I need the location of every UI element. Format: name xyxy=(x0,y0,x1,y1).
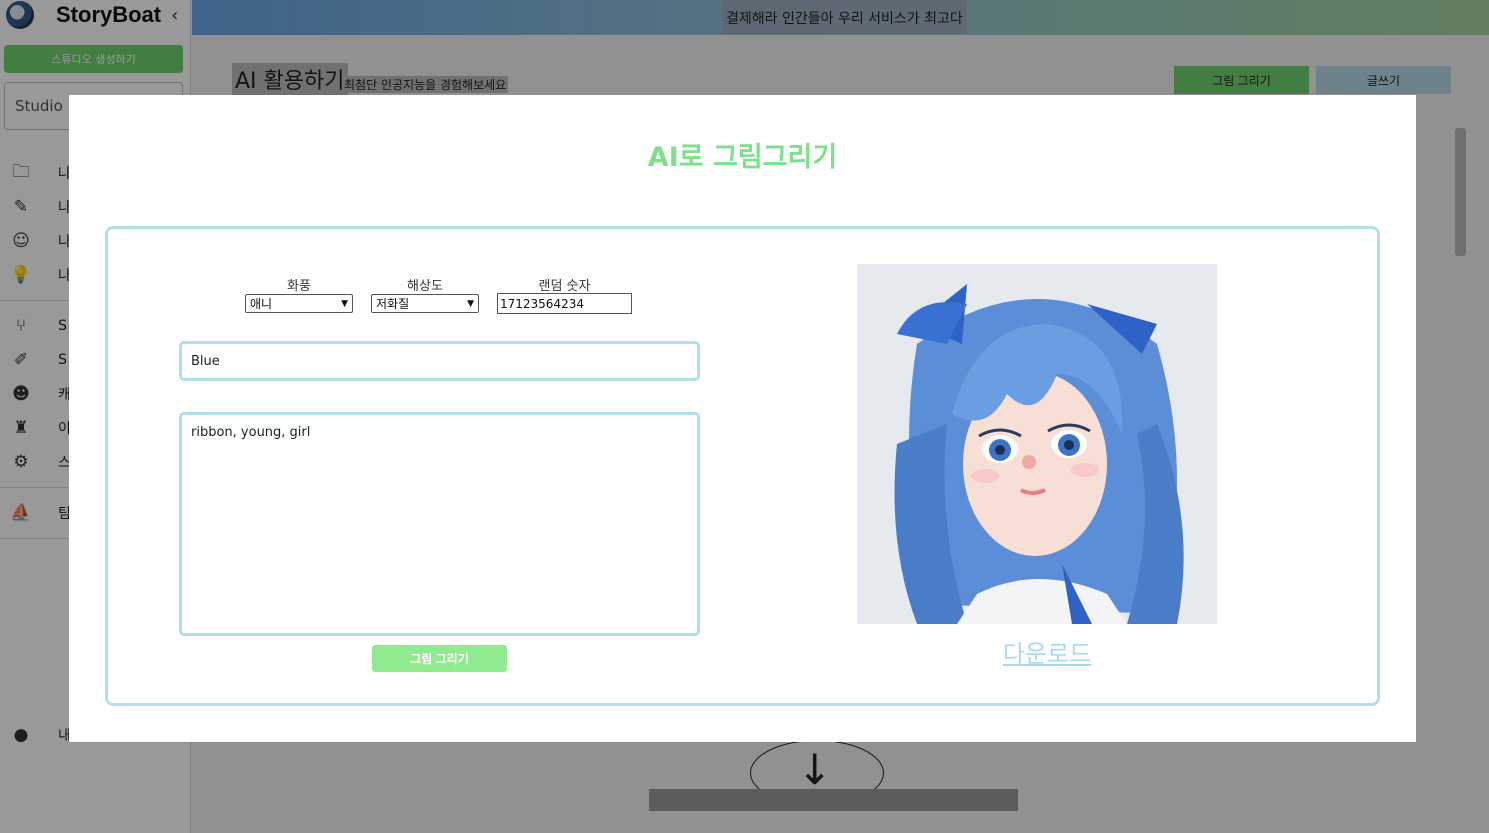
prompt-detail-textarea[interactable]: ribbon, young, girl xyxy=(179,412,700,636)
prompt-input[interactable]: Blue xyxy=(179,341,700,381)
resolution-select[interactable]: 저화질 ▼ xyxy=(371,294,479,313)
style-label: 화풍 xyxy=(287,279,311,294)
resolution-label: 해상도 xyxy=(407,279,443,294)
style-select[interactable]: 애니 ▼ xyxy=(245,294,353,313)
chevron-down-icon: ▼ xyxy=(341,298,348,309)
ai-draw-modal: AI로 그림그리기 화풍 애니 ▼ 해상도 저화질 ▼ 랜덤 숫자 171235… xyxy=(69,95,1416,742)
resolution-select-value: 저화질 xyxy=(376,297,410,311)
draw-panel: 화풍 애니 ▼ 해상도 저화질 ▼ 랜덤 숫자 17123564234 Blue… xyxy=(105,226,1380,706)
style-select-value: 애니 xyxy=(250,297,273,311)
modal-title: AI로 그림그리기 xyxy=(647,142,838,173)
seed-label: 랜덤 숫자 xyxy=(538,279,591,294)
generated-image xyxy=(857,264,1217,624)
download-link[interactable]: 다운로드 xyxy=(857,634,1237,669)
seed-input[interactable]: 17123564234 xyxy=(497,293,632,314)
chevron-down-icon: ▼ xyxy=(467,298,474,309)
generate-button[interactable]: 그림 그리기 xyxy=(372,645,507,672)
